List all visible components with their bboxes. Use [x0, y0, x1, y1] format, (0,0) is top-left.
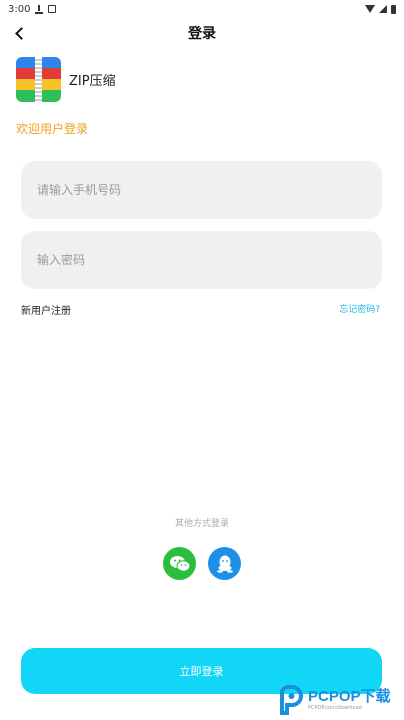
welcome-text: 欢迎用户登录 [16, 122, 89, 136]
phone-input[interactable] [37, 161, 382, 219]
social-login-row [163, 547, 241, 580]
qq-login-button[interactable] [208, 547, 241, 580]
page-title: 登录 [188, 26, 216, 42]
app-identity: ZIP压缩 [16, 56, 116, 102]
logo-zipper [35, 56, 42, 102]
watermark-main: PCPOP下载 [308, 688, 391, 705]
pcpop-logo-icon [278, 684, 304, 715]
wifi-icon [365, 5, 375, 13]
status-time: 3:00 [8, 3, 31, 15]
back-button[interactable] [10, 24, 28, 42]
password-field-container [21, 231, 382, 289]
phone-field-container [21, 161, 382, 219]
download-icon [35, 4, 44, 14]
notification-icon [48, 5, 57, 13]
wechat-login-button[interactable] [163, 547, 196, 580]
password-input[interactable] [37, 231, 382, 289]
status-right [365, 4, 396, 14]
wechat-icon [169, 555, 190, 572]
register-link[interactable]: 新用户注册 [21, 302, 71, 317]
pcpop-watermark: PCPOP下载 PCPOP.com/download [278, 683, 391, 717]
status-left: 3:00 [8, 3, 57, 15]
forgot-password-link[interactable]: 忘记密码? [339, 302, 380, 315]
header: 登录 [0, 20, 404, 46]
zip-app-logo-icon [16, 56, 61, 102]
chevron-left-icon [14, 26, 28, 40]
status-bar: 3:00 [0, 0, 404, 18]
watermark-text: PCPOP下载 PCPOP.com/download [308, 689, 391, 711]
other-login-label: 其他方式登录 [174, 519, 229, 529]
watermark-sub: PCPOP.com/download [308, 705, 362, 711]
signal-icon [379, 5, 387, 13]
battery-icon [391, 4, 396, 14]
qq-icon [216, 555, 233, 573]
app-name: ZIP压缩 [69, 73, 116, 89]
